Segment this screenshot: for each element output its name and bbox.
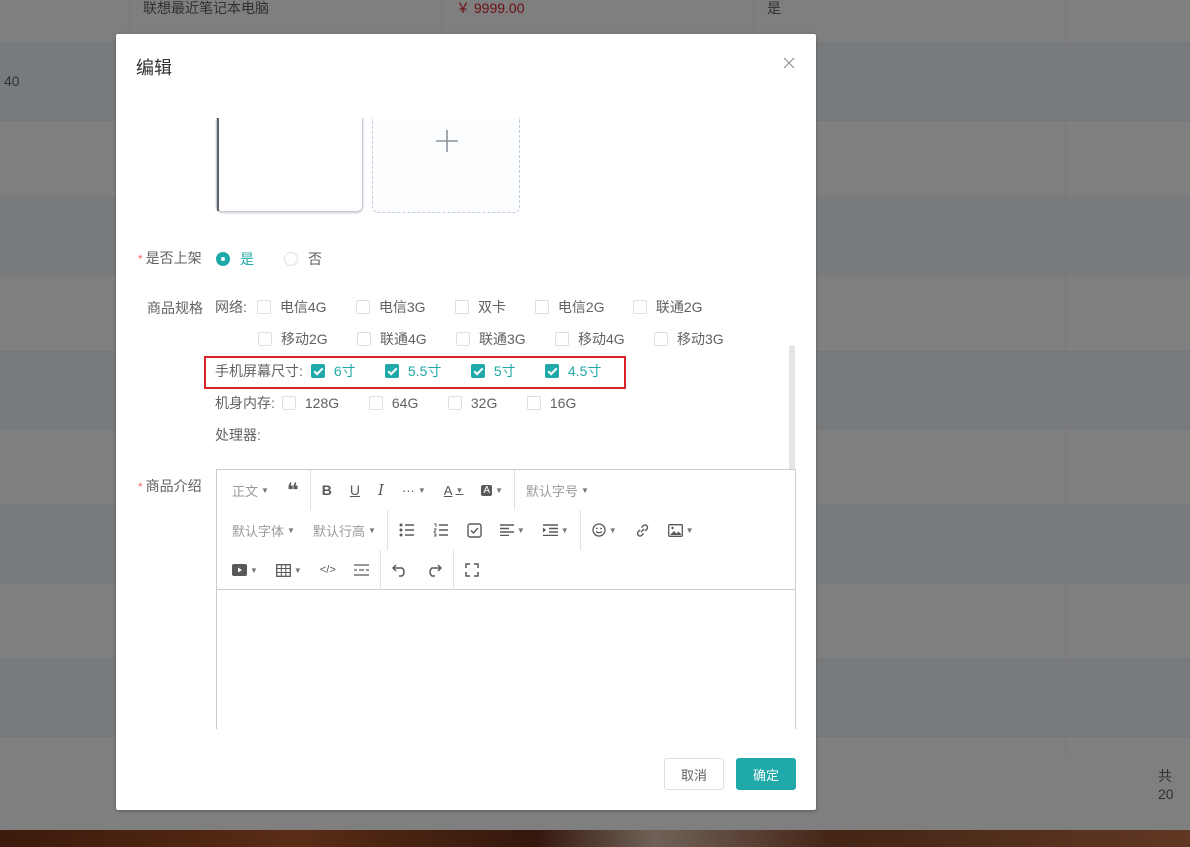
editor-content-area[interactable] bbox=[217, 591, 795, 730]
checkbox-mobile-2g[interactable]: 移动2G bbox=[258, 329, 357, 349]
editor-toolbar: 正文 ▼ ❝ B U I ··· ▼ A ▼ A ▼ 默认字号 ▼ 默认字体 ▼ 默认行高 ▼ bbox=[217, 470, 795, 590]
network-row-2: 移动2G 联通4G 联通3G 移动4G 移动3G bbox=[258, 329, 724, 349]
bold-icon[interactable]: B bbox=[313, 470, 341, 510]
network-row: 网络: 电信4G 电信3G 双卡 电信2G 联通2G bbox=[215, 297, 703, 317]
checkbox-mobile-4g[interactable]: 移动4G bbox=[555, 329, 654, 349]
checkbox-unicom-4g[interactable]: 联通4G bbox=[357, 329, 456, 349]
checkbox-memory-128g[interactable]: 128G bbox=[281, 395, 369, 411]
checkbox-dual-sim[interactable]: 双卡 bbox=[454, 297, 535, 317]
video-icon[interactable]: ▼ bbox=[223, 550, 267, 590]
line-height-select[interactable]: 默认行高 ▼ bbox=[304, 510, 385, 550]
network-label: 网络: bbox=[215, 299, 247, 315]
screen-size-highlight bbox=[204, 356, 626, 389]
fullscreen-icon[interactable] bbox=[456, 550, 488, 590]
checkbox-unicom-2g[interactable]: 联通2G bbox=[632, 297, 703, 317]
checkbox-telecom-3g[interactable]: 电信3G bbox=[355, 297, 455, 317]
font-color-icon[interactable]: A ▼ bbox=[435, 470, 473, 510]
checkbox-memory-64g[interactable]: 64G bbox=[368, 395, 448, 411]
quote-icon[interactable]: ❝ bbox=[278, 470, 308, 510]
underline-icon[interactable]: U bbox=[341, 470, 369, 510]
intro-label: * 商品介绍 bbox=[138, 478, 202, 494]
heading-select[interactable]: 正文 ▼ bbox=[223, 470, 278, 510]
on-shelf-label: * 是否上架 bbox=[138, 250, 202, 266]
spec-label: 商品规格 bbox=[147, 300, 203, 316]
memory-row: 机身内存: 128G 64G 32G 16G bbox=[215, 393, 576, 413]
checkbox-memory-32g[interactable]: 32G bbox=[447, 395, 527, 411]
align-icon[interactable]: ▼ bbox=[491, 510, 534, 550]
uploaded-image-thumbnail[interactable] bbox=[216, 118, 363, 212]
link-icon[interactable] bbox=[626, 510, 659, 550]
redo-icon[interactable] bbox=[417, 550, 451, 590]
edit-dialog: 编辑 * 是否上架 是 否 商品规格 网络: 电信4G 电信3G 双卡 电信2G … bbox=[116, 34, 816, 810]
memory-label: 机身内存: bbox=[215, 395, 275, 411]
font-family-select[interactable]: 默认字体 ▼ bbox=[223, 510, 304, 550]
font-size-select[interactable]: 默认字号 ▼ bbox=[517, 470, 598, 510]
checkbox-mobile-3g[interactable]: 移动3G bbox=[654, 329, 724, 349]
dialog-title: 编辑 bbox=[136, 58, 172, 78]
more-icon[interactable]: ··· ▼ bbox=[393, 470, 435, 510]
image-icon[interactable]: ▼ bbox=[659, 510, 703, 550]
rich-text-editor: 正文 ▼ ❝ B U I ··· ▼ A ▼ A ▼ 默认字号 ▼ 默认字体 ▼ 默认行高 ▼ bbox=[216, 469, 796, 729]
numbered-list-icon[interactable] bbox=[424, 510, 458, 550]
radio-unchecked-icon bbox=[284, 252, 298, 266]
background-color-icon[interactable]: A ▼ bbox=[472, 470, 512, 510]
upload-add-button[interactable] bbox=[372, 118, 520, 213]
italic-icon[interactable]: I bbox=[369, 470, 393, 510]
cancel-button[interactable]: 取消 bbox=[664, 758, 724, 790]
bulleted-list-icon[interactable] bbox=[390, 510, 424, 550]
close-icon[interactable] bbox=[782, 56, 796, 70]
emoji-icon[interactable]: ▼ bbox=[583, 510, 626, 550]
on-shelf-no-radio[interactable]: 否 bbox=[284, 249, 322, 269]
checkbox-telecom-4g[interactable]: 电信4G bbox=[256, 297, 356, 317]
checkbox-unicom-3g[interactable]: 联通3G bbox=[456, 329, 555, 349]
cpu-row: 处理器: bbox=[215, 425, 261, 445]
divider-icon[interactable] bbox=[345, 550, 378, 590]
todo-icon[interactable] bbox=[458, 510, 491, 550]
checkbox-memory-16g[interactable]: 16G bbox=[526, 395, 576, 411]
checkbox-telecom-2g[interactable]: 电信2G bbox=[534, 297, 633, 317]
cpu-label: 处理器: bbox=[215, 427, 261, 443]
radio-checked-icon bbox=[216, 252, 230, 266]
code-icon[interactable]: </> bbox=[311, 550, 345, 590]
table-icon[interactable]: ▼ bbox=[267, 550, 311, 590]
indent-icon[interactable]: ▼ bbox=[534, 510, 578, 550]
undo-icon[interactable] bbox=[383, 550, 417, 590]
plus-icon bbox=[436, 130, 458, 152]
on-shelf-yes-radio[interactable]: 是 bbox=[216, 249, 254, 269]
confirm-button[interactable]: 确定 bbox=[736, 758, 796, 790]
